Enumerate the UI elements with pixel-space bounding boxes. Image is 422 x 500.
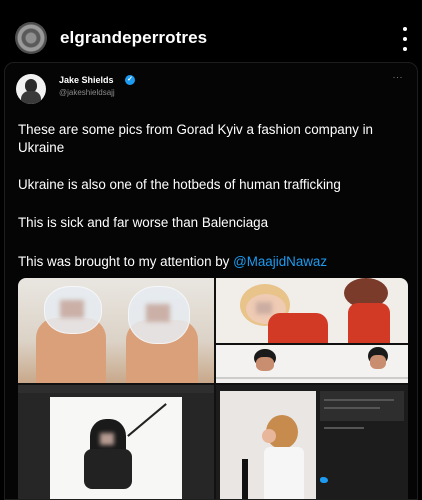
tweet-paragraph-4: This was brought to my attention by @Maa…	[18, 253, 408, 271]
tweet-author-avatar[interactable]	[16, 74, 46, 104]
more-vertical-icon[interactable]	[402, 27, 408, 51]
tweet-paragraph-2: Ukraine is also one of the hotbeds of hu…	[18, 177, 341, 192]
media-photo-2[interactable]	[216, 278, 408, 343]
profile-avatar[interactable]	[15, 22, 47, 54]
media-photo-1[interactable]	[18, 278, 214, 383]
embedded-tweet: Jake Shields ✓ @jakeshieldsajj ··· These…	[4, 62, 418, 500]
verified-badge-icon: ✓	[125, 75, 135, 85]
tweet-paragraph-3: This is sick and far worse than Balencia…	[18, 215, 269, 230]
tweet-media-grid[interactable]	[18, 278, 408, 499]
mention-link[interactable]: @MaajidNawaz	[233, 254, 327, 269]
more-horizontal-icon[interactable]: ···	[393, 72, 404, 82]
media-photo-4[interactable]	[18, 385, 214, 499]
tweet-author-handle[interactable]: @jakeshieldsajj	[59, 88, 115, 97]
tweet-author-name[interactable]: Jake Shields	[59, 75, 114, 85]
tweet-text-prefix: This was brought to my attention by	[18, 254, 234, 269]
post-username[interactable]: elgrandeperrotres	[60, 28, 207, 48]
tweet-paragraph-1: These are some pics from Gorad Kyiv a fa…	[18, 122, 374, 155]
media-photo-5[interactable]	[216, 385, 408, 499]
media-photo-3[interactable]	[216, 345, 408, 383]
